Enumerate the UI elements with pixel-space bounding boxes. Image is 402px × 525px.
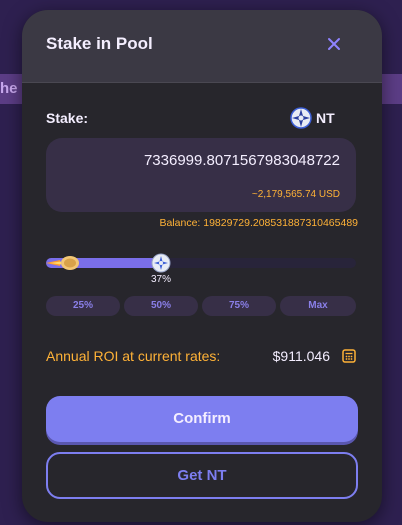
roi-row: Annual ROI at current rates: $911.046 — [46, 348, 356, 368]
stake-amount-input[interactable] — [58, 152, 340, 169]
pancake-thumb-icon[interactable] — [151, 253, 171, 273]
usd-equivalent: ~2,179,565.74 USD — [251, 189, 340, 200]
confirm-button[interactable]: Confirm — [46, 396, 358, 442]
stake-amount-box: ~2,179,565.74 USD — [46, 138, 356, 212]
percent-50-button[interactable]: 50% — [124, 296, 198, 316]
roi-label: Annual ROI at current rates: — [46, 348, 221, 364]
stake-label: Stake: — [46, 110, 89, 126]
nt-token-icon — [290, 107, 312, 129]
modal-header: Stake in Pool — [22, 10, 382, 83]
balance-text: Balance: 19829729.208531887310465489 — [159, 217, 358, 229]
modal-title: Stake in Pool — [46, 34, 153, 53]
percent-75-button[interactable]: 75% — [202, 296, 276, 316]
percent-max-button[interactable]: Max — [280, 296, 356, 316]
roi-value: $911.046 — [272, 348, 330, 364]
stake-modal: Stake in Pool Stake: NT ~2,179,565.74 US… — [22, 10, 382, 522]
stake-slider[interactable]: 37% — [46, 250, 356, 285]
percent-buttons: 25% 50% 75% Max — [46, 296, 356, 316]
percent-25-button[interactable]: 25% — [46, 296, 120, 316]
token-symbol: NT — [316, 110, 335, 126]
backdrop-text: he — [0, 80, 18, 97]
calculator-icon[interactable] — [342, 349, 356, 363]
slider-percent-label: 37% — [150, 274, 172, 285]
get-token-button[interactable]: Get NT — [46, 452, 358, 499]
rocket-icon — [46, 256, 79, 270]
close-icon[interactable] — [322, 32, 346, 56]
